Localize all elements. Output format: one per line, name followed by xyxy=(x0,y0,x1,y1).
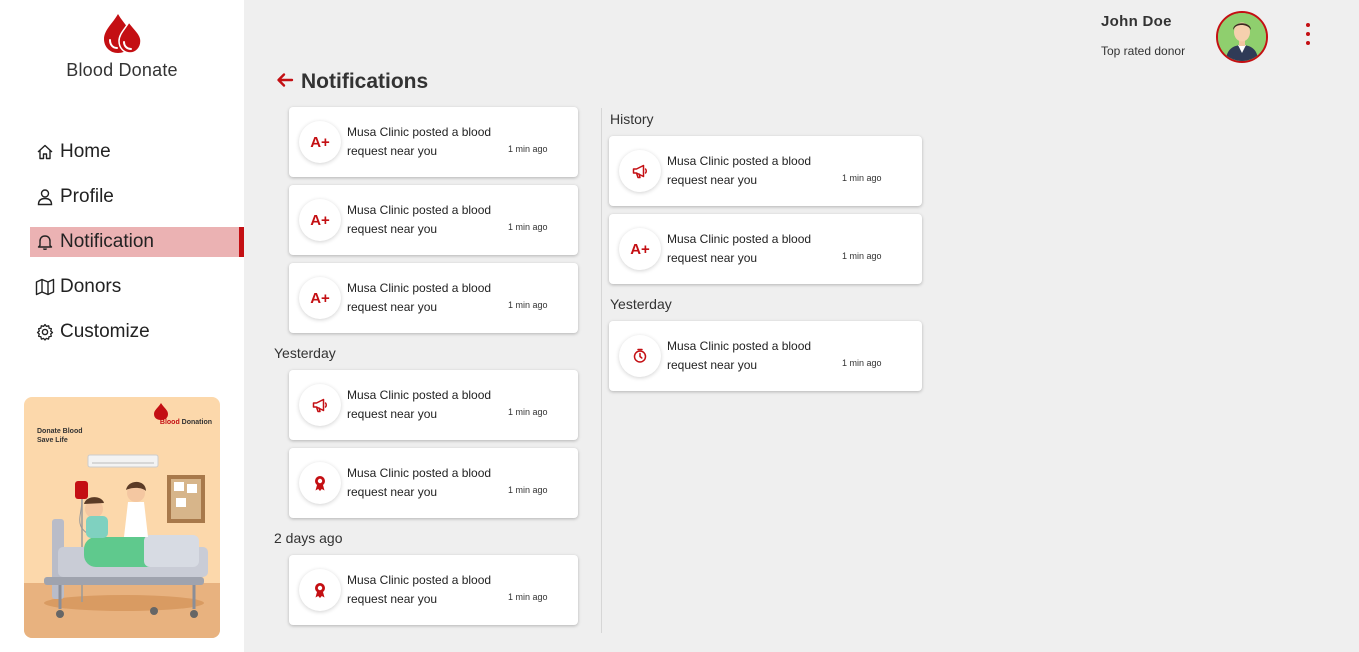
promo-brand: Blood Donation xyxy=(160,419,212,426)
promo-line-2: Save Life xyxy=(37,437,68,444)
notification-time: 1 min ago xyxy=(842,358,882,368)
gear-icon xyxy=(35,322,55,342)
notification-time: 1 min ago xyxy=(508,300,548,310)
notification-card[interactable]: A+ Musa Clinic posted a blood request ne… xyxy=(289,107,578,177)
column-divider xyxy=(601,108,602,633)
app-logo[interactable]: Blood Donate xyxy=(0,12,244,81)
blood-type-icon: A+ xyxy=(299,277,341,319)
notification-message: Musa Clinic posted a blood request near … xyxy=(347,388,492,421)
sidebar-item-label: Customize xyxy=(60,321,150,342)
sidebar-item-donors[interactable]: Donors xyxy=(30,272,244,302)
donate-promo-card: Donate Blood Save Life Blood Donation xyxy=(24,397,220,638)
megaphone-icon xyxy=(619,150,661,192)
notification-message: Musa Clinic posted a blood request near … xyxy=(667,339,812,372)
page-title: Notifications xyxy=(301,70,429,93)
sidebar-item-label: Notification xyxy=(60,231,154,252)
sidebar-nav: Home Profile Notification Donors Customi… xyxy=(30,137,244,362)
notification-time: 1 min ago xyxy=(842,251,882,261)
notification-message: Musa Clinic posted a blood request near … xyxy=(347,466,492,499)
bell-icon xyxy=(35,232,55,252)
notification-message: Musa Clinic posted a blood request near … xyxy=(347,281,492,314)
promo-line-1: Donate Blood xyxy=(37,428,83,435)
notification-card[interactable]: Musa Clinic posted a blood request near … xyxy=(609,136,922,206)
app-name: Blood Donate xyxy=(66,60,178,80)
kebab-dot xyxy=(1306,41,1310,45)
notification-time: 1 min ago xyxy=(508,144,548,154)
sidebar-item-label: Home xyxy=(60,141,111,162)
promo-brand-part-2: Donation xyxy=(181,419,212,426)
notification-message: Musa Clinic posted a blood request near … xyxy=(347,203,492,236)
notification-time: 1 min ago xyxy=(508,222,548,232)
kebab-dot xyxy=(1306,23,1310,27)
megaphone-icon xyxy=(299,384,341,426)
notification-time: 1 min ago xyxy=(842,173,882,183)
section-label-yesterday: Yesterday xyxy=(610,296,672,312)
promo-brand-part-1: Blood xyxy=(159,419,180,426)
blood-drops-icon xyxy=(104,14,142,54)
sidebar-item-label: Profile xyxy=(60,186,114,207)
notification-message: Musa Clinic posted a blood request near … xyxy=(667,232,812,265)
notification-card[interactable]: Musa Clinic posted a blood request near … xyxy=(289,448,578,518)
section-label-2-days-ago: 2 days ago xyxy=(274,530,343,546)
more-options-button[interactable] xyxy=(1298,20,1318,48)
notification-message: Musa Clinic posted a blood request near … xyxy=(667,154,812,187)
award-icon xyxy=(299,569,341,611)
sidebar-item-home[interactable]: Home xyxy=(30,137,244,167)
sidebar: Blood Donate Home Profile Notification D… xyxy=(0,0,244,652)
kebab-dot xyxy=(1306,32,1310,36)
notification-card[interactable]: Musa Clinic posted a blood request near … xyxy=(289,555,578,625)
blood-type-icon: A+ xyxy=(619,228,661,270)
notification-time: 1 min ago xyxy=(508,592,548,602)
user-name: John Doe xyxy=(1101,13,1172,30)
user-role: Top rated donor xyxy=(1101,44,1186,58)
avatar[interactable] xyxy=(1216,11,1268,63)
notification-card[interactable]: Musa Clinic posted a blood request near … xyxy=(289,370,578,440)
user-icon xyxy=(35,187,55,207)
notification-card[interactable]: A+ Musa Clinic posted a blood request ne… xyxy=(289,263,578,333)
award-icon xyxy=(299,462,341,504)
notification-time: 1 min ago xyxy=(508,407,548,417)
sidebar-item-profile[interactable]: Profile xyxy=(30,182,244,212)
notification-card[interactable]: A+ Musa Clinic posted a blood request ne… xyxy=(289,185,578,255)
sidebar-item-notification[interactable]: Notification xyxy=(30,227,244,257)
notification-time: 1 min ago xyxy=(508,485,548,495)
back-arrow-icon[interactable] xyxy=(275,70,295,90)
promo-headline: Donate Blood Save Life xyxy=(37,427,83,445)
section-label-yesterday: Yesterday xyxy=(274,345,336,361)
notification-message: Musa Clinic posted a blood request near … xyxy=(347,125,492,158)
section-label-history: History xyxy=(610,111,654,127)
sidebar-item-label: Donors xyxy=(60,276,122,297)
map-icon xyxy=(35,277,55,297)
sidebar-item-customize[interactable]: Customize xyxy=(30,317,244,347)
notification-card[interactable]: Musa Clinic posted a blood request near … xyxy=(609,321,922,391)
blood-type-icon: A+ xyxy=(299,199,341,241)
notification-message: Musa Clinic posted a blood request near … xyxy=(347,573,492,606)
notification-card[interactable]: A+ Musa Clinic posted a blood request ne… xyxy=(609,214,922,284)
blood-type-icon: A+ xyxy=(299,121,341,163)
home-icon xyxy=(35,142,55,162)
timer-icon xyxy=(619,335,661,377)
